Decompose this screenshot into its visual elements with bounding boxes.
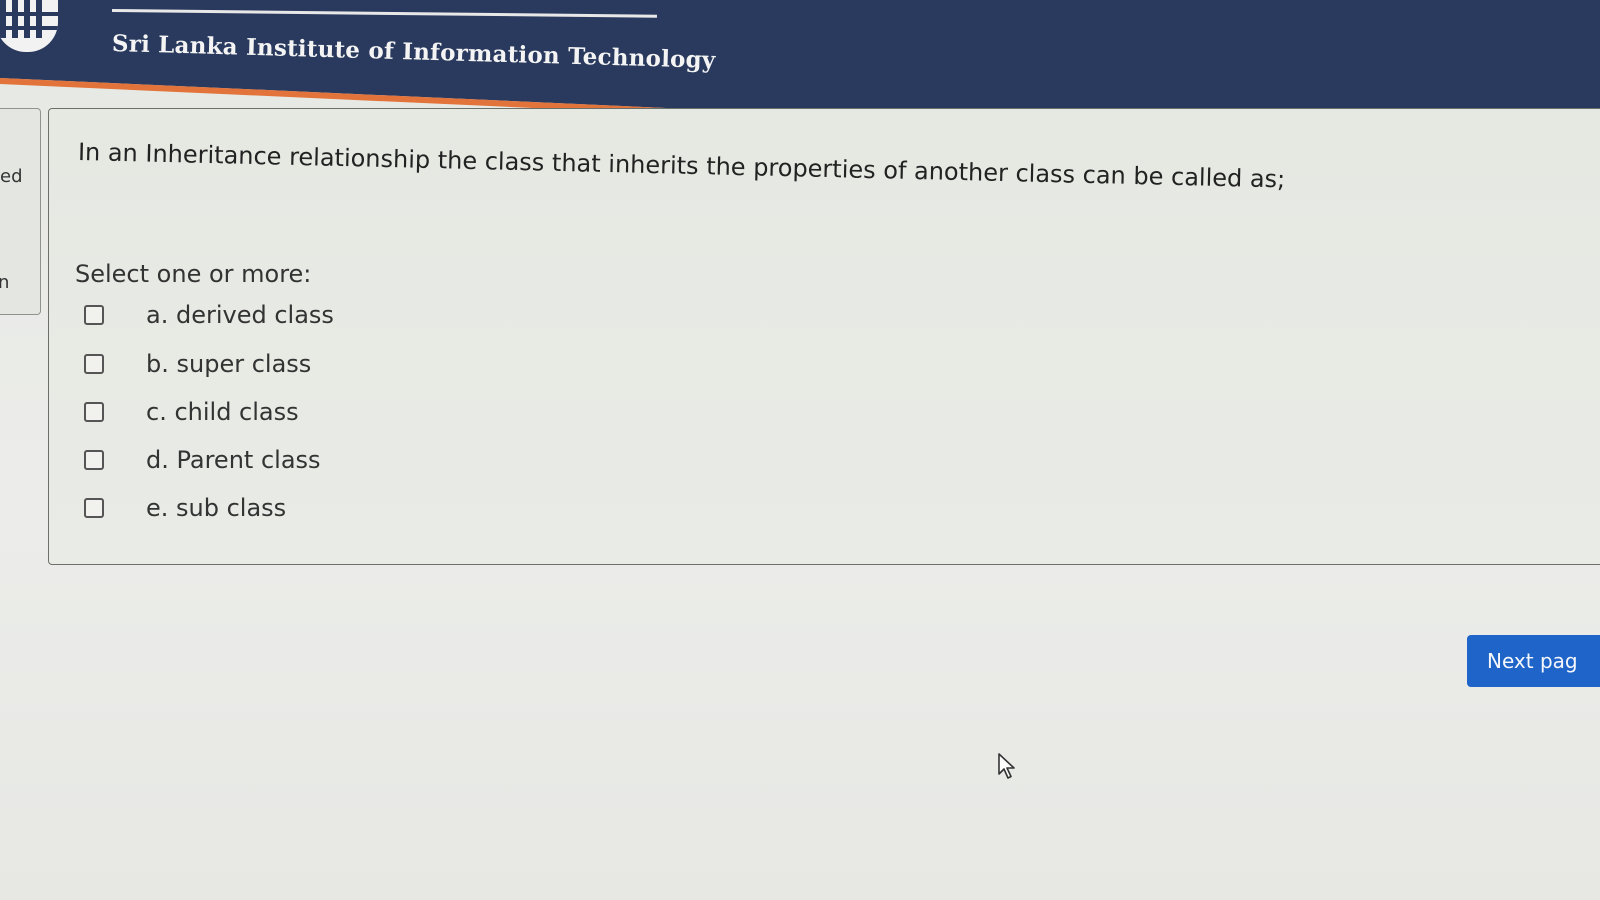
option-d[interactable]: d. Parent class	[84, 445, 321, 475]
panel-partial-text: ed	[0, 166, 23, 187]
option-label: d. Parent class	[146, 446, 321, 474]
checkbox[interactable]	[84, 450, 104, 470]
option-e[interactable]: e. sub class	[84, 493, 286, 523]
next-page-button[interactable]: Next pag	[1467, 635, 1600, 687]
checkbox[interactable]	[84, 305, 104, 325]
option-b[interactable]: b. super class	[84, 349, 311, 379]
checkbox[interactable]	[84, 498, 104, 518]
option-label: b. super class	[146, 350, 312, 378]
option-label: e. sub class	[146, 494, 287, 522]
panel-partial-text: n	[0, 272, 10, 293]
option-label: a. derived class	[146, 301, 334, 329]
checkbox[interactable]	[84, 402, 104, 422]
option-a[interactable]: a. derived class	[84, 300, 334, 330]
option-c[interactable]: c. child class	[84, 397, 299, 427]
mouse-pointer-icon	[998, 753, 1015, 779]
option-label: c. child class	[146, 398, 299, 426]
answer-instruction: Select one or more:	[75, 260, 312, 288]
quiz-page: Sri Lanka Institute of Information Techn…	[0, 0, 1600, 900]
checkbox[interactable]	[84, 354, 104, 374]
